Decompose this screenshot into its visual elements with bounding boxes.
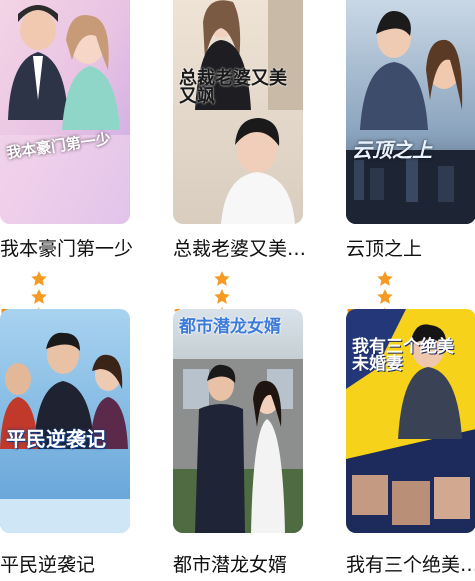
drama-title[interactable]: 平民逆袭记: [0, 550, 140, 577]
poster-title-art: 云顶之上: [352, 138, 432, 162]
drama-poster[interactable]: 平民逆袭记: [0, 309, 130, 533]
poster-image: [346, 0, 475, 224]
drama-title[interactable]: 总裁老婆又美又飒: [173, 234, 313, 261]
drama-title[interactable]: 都市潜龙女婿: [173, 550, 313, 577]
drama-card[interactable]: 总裁老婆又美又飒 总裁老婆又美又飒 10.0: [173, 0, 313, 358]
drama-poster[interactable]: 我有三个绝美未婚妻: [346, 309, 475, 533]
drama-poster[interactable]: 我本豪门第一少: [0, 0, 130, 224]
drama-card[interactable]: 我有三个绝美未婚妻 我有三个绝美未婚妻: [346, 309, 475, 576]
star-icon: [214, 271, 230, 286]
drama-card[interactable]: 都市潜龙女婿 都市潜龙女婿: [173, 309, 303, 576]
poster-title-art: 我有三个绝美未婚妻: [352, 337, 454, 374]
drama-card[interactable]: 云顶之上 云顶之上 5.0: [346, 0, 475, 358]
poster-image: [0, 0, 130, 224]
drama-poster[interactable]: 云顶之上: [346, 0, 475, 224]
poster-title-art: 平民逆袭记: [6, 427, 106, 451]
star-icon: [214, 289, 230, 304]
poster-image: [173, 309, 303, 533]
poster-image: [173, 0, 303, 224]
drama-title[interactable]: 云顶之上: [346, 234, 475, 261]
drama-title[interactable]: 我本豪门第一少: [0, 234, 140, 261]
star-icon: [30, 271, 47, 286]
poster-title-art: 都市潜龙女婿: [179, 317, 281, 337]
drama-card[interactable]: 我本豪门第一少 我本豪门第一少 5.0: [0, 0, 133, 358]
poster-image: [0, 309, 130, 533]
drama-poster[interactable]: 总裁老婆又美又飒: [173, 0, 303, 224]
drama-card[interactable]: 平民逆袭记 平民逆袭记: [0, 309, 130, 576]
drama-title[interactable]: 我有三个绝美未婚妻: [346, 550, 475, 577]
star-icon: [30, 289, 47, 304]
star-icon: [376, 271, 393, 286]
poster-title-art: 总裁老婆又美又飒: [179, 68, 287, 107]
star-icon: [376, 289, 393, 304]
drama-poster[interactable]: 都市潜龙女婿: [173, 309, 303, 533]
